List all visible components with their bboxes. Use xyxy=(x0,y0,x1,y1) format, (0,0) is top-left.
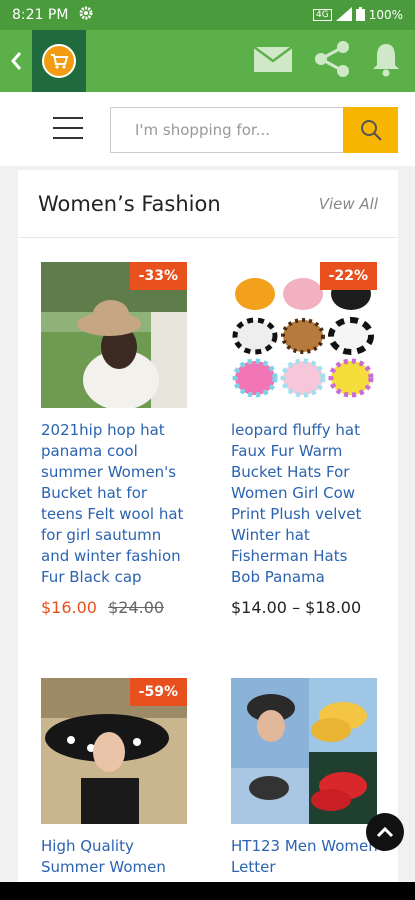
section-title: Women’s Fashion xyxy=(38,191,221,216)
battery-level: 100% xyxy=(368,8,403,22)
hamburger-menu-button[interactable] xyxy=(53,117,83,141)
original-price: $24.00 xyxy=(108,598,165,617)
discount-badge: -59% xyxy=(129,678,187,706)
menu-line xyxy=(53,127,83,129)
product-price: $14.00 – $18.00 xyxy=(231,598,381,617)
product-image[interactable] xyxy=(231,678,377,824)
signal-icon xyxy=(335,6,352,24)
discount-badge: -33% xyxy=(129,262,187,290)
sale-price: $16.00 xyxy=(41,598,97,617)
search-button[interactable] xyxy=(343,107,398,153)
discount-badge: -22% xyxy=(319,262,377,290)
product-title[interactable]: 2021hip hop hat panama cool summer Women… xyxy=(41,420,191,588)
system-nav-bar xyxy=(0,882,415,900)
gear-icon xyxy=(78,5,94,25)
menu-line xyxy=(53,117,83,119)
app-logo[interactable] xyxy=(32,30,86,92)
category-panel: Women’s Fashion View All -33% 2021hip ho… xyxy=(18,170,398,900)
product-title[interactable]: HT123 Men Women Letter xyxy=(231,836,381,878)
battery-icon xyxy=(355,6,365,24)
product-card[interactable]: HT123 Men Women Letter xyxy=(231,678,381,878)
chevron-left-icon xyxy=(11,52,22,70)
product-card[interactable]: -22% leopard fluffy hat Faux Fur Warm Bu… xyxy=(231,262,381,617)
section-header: Women’s Fashion View All xyxy=(18,170,398,238)
product-title[interactable]: leopard fluffy hat Faux Fur Warm Bucket … xyxy=(231,420,381,588)
product-card[interactable]: -59% High Quality Summer Women xyxy=(41,678,191,878)
share-icon[interactable] xyxy=(313,40,351,82)
status-bar: 8:21 PM 4G 100% xyxy=(0,0,415,30)
search-icon xyxy=(360,120,382,141)
status-time: 8:21 PM xyxy=(12,7,69,23)
cart-logo-icon xyxy=(42,44,76,78)
product-image[interactable]: -33% xyxy=(41,262,187,408)
signal-label: 4G xyxy=(312,9,332,21)
search-input[interactable]: I'm shopping for... xyxy=(110,107,344,153)
product-card[interactable]: -33% 2021hip hop hat panama cool summer … xyxy=(41,262,191,617)
price-range: $14.00 – $18.00 xyxy=(231,598,362,617)
scroll-to-top-button[interactable] xyxy=(366,813,404,851)
bell-icon[interactable] xyxy=(371,41,401,81)
product-image[interactable]: -22% xyxy=(231,262,377,408)
mail-icon[interactable] xyxy=(253,44,293,78)
back-button[interactable] xyxy=(0,30,32,92)
app-header xyxy=(0,30,415,92)
product-title[interactable]: High Quality Summer Women xyxy=(41,836,191,878)
search-row: I'm shopping for... xyxy=(0,92,415,166)
chevron-up-icon xyxy=(376,826,394,838)
menu-line xyxy=(53,137,83,139)
view-all-link[interactable]: View All xyxy=(319,195,378,213)
product-price: $16.00 $24.00 xyxy=(41,598,191,617)
product-image[interactable]: -59% xyxy=(41,678,187,824)
